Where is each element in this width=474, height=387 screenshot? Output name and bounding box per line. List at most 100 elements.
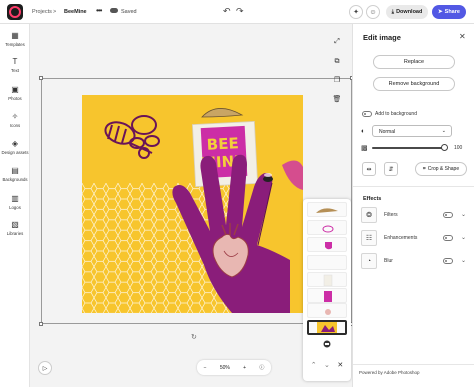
add-to-background-toggle[interactable] bbox=[362, 111, 372, 117]
cloud-icon bbox=[110, 8, 118, 13]
duplicate-icon[interactable]: ⧉ bbox=[330, 55, 344, 69]
remove-background-button[interactable]: Remove background bbox=[373, 77, 455, 91]
artwork-svg: BEE MINE bbox=[82, 108, 303, 313]
layer-thumb-blank[interactable] bbox=[307, 255, 347, 270]
sidebar-item-text[interactable]: T Text bbox=[0, 58, 30, 74]
zoom-in-button[interactable]: + bbox=[243, 365, 246, 371]
download-icon: ⤓ bbox=[391, 8, 395, 15]
app-logo[interactable] bbox=[7, 4, 23, 20]
flip-vertical-icon: ⇵ bbox=[388, 166, 394, 173]
icons-icon: ✧ bbox=[11, 112, 19, 121]
replace-label: Replace bbox=[403, 59, 425, 65]
blend-mode-icon: ◐ bbox=[361, 128, 366, 135]
sidebar-item-backgrounds[interactable]: ▤ Backgrounds bbox=[0, 167, 30, 183]
artboard[interactable]: BEE MINE bbox=[82, 95, 303, 313]
sidebar-item-photos[interactable]: ▣ Photos bbox=[0, 85, 30, 102]
resize-handle[interactable] bbox=[39, 322, 43, 326]
poster-line-1: BEE bbox=[206, 134, 239, 154]
project-name[interactable]: BeeMine bbox=[64, 9, 87, 15]
share-icon: ➤ bbox=[438, 9, 443, 15]
sidebar-item-templates[interactable]: ▦ Templates bbox=[0, 31, 30, 48]
sidebar-item-libraries[interactable]: ▧ Libraries bbox=[0, 220, 30, 237]
remove-background-label: Remove background bbox=[388, 81, 440, 87]
crop-shape-label: Crop & Shape bbox=[427, 166, 460, 172]
saved-status: Saved bbox=[121, 9, 137, 15]
breadcrumb-separator: > bbox=[53, 9, 57, 15]
filters-toggle[interactable] bbox=[443, 212, 453, 218]
layers-panel: ⌃ ⌄ ✕ bbox=[303, 199, 351, 381]
sidebar-item-design-assets[interactable]: ◈ Design assets bbox=[0, 139, 30, 156]
redo-button[interactable]: ↷ bbox=[236, 6, 244, 17]
sidebar-item-logos[interactable]: ▥ Logos bbox=[0, 194, 30, 211]
sidebar-item-label: Libraries bbox=[6, 231, 24, 236]
chevron-down-icon[interactable]: ⌄ bbox=[461, 211, 466, 218]
zoom-out-button[interactable]: − bbox=[204, 365, 207, 371]
effect-label: Blur bbox=[384, 258, 393, 264]
effect-label: Filters bbox=[384, 212, 398, 218]
rotate-icon[interactable]: ↻ bbox=[191, 333, 197, 341]
blend-mode-select[interactable]: Normal ⌄ bbox=[372, 125, 452, 137]
layer-thumb-shell[interactable] bbox=[307, 202, 347, 217]
breadcrumb-projects[interactable]: Projects bbox=[32, 9, 52, 15]
filters-icon: ❂ bbox=[361, 207, 377, 223]
layer-stack-icon[interactable] bbox=[307, 340, 347, 348]
info-icon[interactable]: ⓘ bbox=[259, 364, 264, 371]
sidebar-item-label: Backgrounds bbox=[2, 177, 28, 182]
layer-thumb-paper[interactable] bbox=[307, 272, 347, 287]
flip-vertical-button[interactable]: ⇵ bbox=[384, 162, 398, 176]
layer-up-icon[interactable]: ⌃ bbox=[311, 361, 317, 369]
copy-icon[interactable]: ❐ bbox=[330, 73, 344, 87]
templates-icon: ▦ bbox=[11, 31, 19, 40]
flip-horizontal-button[interactable]: ⇹ bbox=[362, 162, 376, 176]
layer-thumb-poster[interactable] bbox=[307, 288, 347, 303]
photos-icon: ▣ bbox=[11, 85, 19, 94]
crop-shape-button[interactable]: ⌗ Crop & Shape bbox=[415, 162, 467, 176]
bee-illustration bbox=[104, 115, 160, 159]
blur-toggle[interactable] bbox=[443, 258, 453, 264]
play-button[interactable]: ▷ bbox=[38, 361, 52, 375]
layer-thumb-heart[interactable] bbox=[307, 303, 347, 318]
layer-thumb-hand-selected[interactable] bbox=[307, 320, 347, 335]
download-button[interactable]: ⤓ Download bbox=[386, 5, 428, 19]
enhancements-toggle[interactable] bbox=[443, 235, 453, 241]
design-assets-icon: ◈ bbox=[11, 139, 19, 148]
delete-icon[interactable]: 🗑 bbox=[330, 92, 344, 106]
enhancements-icon: ☷ bbox=[361, 230, 377, 246]
chevron-down-icon[interactable]: ⌄ bbox=[461, 257, 466, 264]
undo-button[interactable]: ↶ bbox=[223, 6, 231, 17]
libraries-icon: ▧ bbox=[11, 220, 19, 229]
layer-thumb-heart-shape[interactable] bbox=[307, 237, 347, 252]
effect-row-blur[interactable]: ◔ Blur ⌄ bbox=[361, 253, 471, 271]
invite-icon[interactable]: ☺ bbox=[366, 5, 380, 19]
opacity-value[interactable]: 100 bbox=[454, 145, 462, 151]
opacity-icon: ▩ bbox=[361, 145, 368, 152]
edit-image-panel: Edit image ✕ Replace Remove background A… bbox=[352, 24, 474, 387]
share-button[interactable]: ➤ Share bbox=[432, 5, 466, 19]
crop-icon: ⌗ bbox=[422, 166, 426, 172]
effect-row-filters[interactable]: ❂ Filters ⌄ bbox=[361, 207, 471, 225]
add-to-background-label: Add to background bbox=[375, 111, 417, 117]
zoom-value[interactable]: 50% bbox=[220, 365, 230, 371]
effect-row-enhancements[interactable]: ☷ Enhancements ⌄ bbox=[361, 230, 471, 248]
close-layers-icon[interactable]: ✕ bbox=[337, 361, 343, 369]
sidebar-item-label: Design assets bbox=[1, 150, 29, 155]
sidebar-item-icons[interactable]: ✧ Icons bbox=[0, 112, 30, 129]
logos-icon: ▥ bbox=[11, 194, 19, 203]
blend-mode-value: Normal bbox=[379, 129, 396, 135]
resize-canvas-icon[interactable]: ⤢ bbox=[330, 35, 344, 49]
replace-button[interactable]: Replace bbox=[373, 55, 455, 69]
more-options-icon[interactable]: ••• bbox=[96, 6, 102, 15]
opacity-slider-handle[interactable] bbox=[440, 144, 448, 151]
layer-down-icon[interactable]: ⌄ bbox=[324, 361, 330, 369]
close-icon[interactable]: ✕ bbox=[459, 32, 466, 41]
share-label: Share bbox=[444, 9, 460, 15]
layer-thumb-bee-outline[interactable] bbox=[307, 220, 347, 235]
sidebar-item-label: Photos bbox=[8, 96, 22, 101]
left-sidebar: ▦ Templates T Text ▣ Photos ✧ Icons ◈ De… bbox=[0, 24, 30, 387]
lightbulb-icon[interactable]: ✦ bbox=[349, 5, 363, 19]
chevron-down-icon[interactable]: ⌄ bbox=[461, 234, 466, 241]
opacity-slider[interactable] bbox=[372, 144, 448, 151]
zoom-controls: − 50% + ⓘ bbox=[197, 360, 271, 375]
blur-icon: ◔ bbox=[361, 253, 377, 269]
resize-handle[interactable] bbox=[39, 76, 43, 80]
